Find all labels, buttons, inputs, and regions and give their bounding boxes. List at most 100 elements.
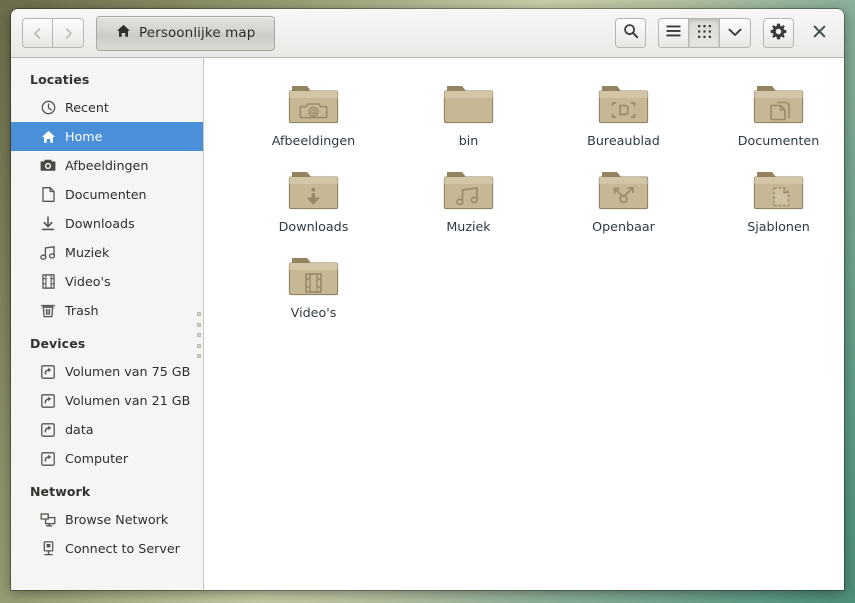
sidebar-item-label: Afbeeldingen <box>65 158 149 173</box>
sidebar-item-label: Home <box>65 129 103 144</box>
close-button[interactable] <box>805 18 833 48</box>
download-icon <box>40 216 56 232</box>
sidebar-item-data[interactable]: data <box>11 415 203 444</box>
search-button[interactable] <box>615 18 646 48</box>
file-item[interactable]: Documenten <box>701 76 844 148</box>
sidebar-item-label: Downloads <box>65 216 135 231</box>
sidebar-item-downloads[interactable]: Downloads <box>11 209 203 238</box>
film-icon <box>40 274 56 290</box>
file-grid: Afbeeldingen bin Bureaublad Documenten D… <box>204 76 844 320</box>
sidebar-item-afbeeldingen[interactable]: Afbeeldingen <box>11 151 203 180</box>
sidebar-item-label: Documenten <box>65 187 147 202</box>
folder-template-icon <box>753 166 805 212</box>
camera-icon <box>40 158 56 174</box>
sidebar: Locaties Recent Home Afbeeldingen Docume… <box>11 58 204 590</box>
music-icon <box>40 245 56 261</box>
file-item[interactable]: Sjablonen <box>701 162 844 234</box>
file-item[interactable]: Downloads <box>236 162 391 234</box>
file-name: Afbeeldingen <box>271 133 356 148</box>
home-icon <box>116 24 131 42</box>
folder-camera-icon <box>288 80 340 126</box>
drive-icon <box>40 393 56 409</box>
folder-documents-icon <box>753 80 805 126</box>
pathbar-button-home[interactable]: Persoonlijke map <box>96 15 276 51</box>
sidebar-item-home[interactable]: Home <box>11 122 203 151</box>
sidebar-heading-network: Network <box>30 484 91 499</box>
server-icon <box>40 541 56 557</box>
folder-icon <box>443 80 495 126</box>
view-mode-group <box>658 18 751 48</box>
pathbar-label: Persoonlijke map <box>139 25 256 41</box>
document-icon <box>40 187 56 203</box>
sidebar-item-recent[interactable]: Recent <box>11 93 203 122</box>
sidebar-item-documenten[interactable]: Documenten <box>11 180 203 209</box>
sidebar-item-volume-21gb[interactable]: Volumen van 21 GB <box>11 386 203 415</box>
sidebar-resize-grip[interactable] <box>197 312 202 358</box>
file-name: Video's <box>290 305 337 320</box>
file-item[interactable]: Video's <box>236 248 391 320</box>
folder-music-icon <box>443 166 495 212</box>
file-name: Sjablonen <box>747 219 810 234</box>
sidebar-item-label: data <box>65 422 94 437</box>
window-body: Locaties Recent Home Afbeeldingen Docume… <box>11 58 844 590</box>
clock-icon <box>40 100 56 116</box>
sidebar-item-label: Connect to Server <box>65 541 180 556</box>
sidebar-item-computer[interactable]: Computer <box>11 444 203 473</box>
grid-icon <box>697 24 711 42</box>
folder-download-icon <box>288 166 340 212</box>
list-view-button[interactable] <box>658 18 689 48</box>
file-name: Bureaublad <box>587 133 660 148</box>
file-item[interactable]: Muziek <box>391 162 546 234</box>
sidebar-item-muziek[interactable]: Muziek <box>11 238 203 267</box>
file-item[interactable]: Afbeeldingen <box>236 76 391 148</box>
file-name: Downloads <box>278 219 349 234</box>
file-manager-window: Persoonlijke map Locaties Recent Home Af… <box>11 9 844 590</box>
gear-icon <box>770 23 787 44</box>
sidebar-item-label: Computer <box>65 451 129 466</box>
sidebar-item-connect-to-server[interactable]: Connect to Server <box>11 534 203 563</box>
drive-icon <box>40 451 56 467</box>
drive-icon <box>40 364 56 380</box>
file-name: Openbaar <box>592 219 655 234</box>
header-left-group: Persoonlijke map <box>22 15 276 51</box>
folder-share-icon <box>598 166 650 212</box>
navigation-button-group <box>22 18 84 48</box>
sidebar-item-trash[interactable]: Trash <box>11 296 203 325</box>
sidebar-item-label: Volumen van 75 GB <box>65 364 191 379</box>
desktop-background: Persoonlijke map Locaties Recent Home Af… <box>0 0 855 603</box>
header-bar: Persoonlijke map <box>11 9 844 58</box>
sidebar-item-label: Volumen van 21 GB <box>65 393 191 408</box>
sidebar-heading-devices: Devices <box>30 336 86 351</box>
sidebar-item-label: Trash <box>65 303 99 318</box>
folder-desktop-icon <box>598 80 650 126</box>
file-item[interactable]: bin <box>391 76 546 148</box>
chevron-down-icon <box>728 26 742 41</box>
sidebar-item-volume-75gb[interactable]: Volumen van 75 GB <box>11 357 203 386</box>
forward-button[interactable] <box>53 18 84 48</box>
drive-icon <box>40 422 56 438</box>
network-icon <box>40 512 56 528</box>
file-name: bin <box>458 133 479 148</box>
file-item[interactable]: Openbaar <box>546 162 701 234</box>
file-name: Documenten <box>737 133 820 148</box>
file-item[interactable]: Bureaublad <box>546 76 701 148</box>
home-icon <box>40 129 56 145</box>
sidebar-item-label: Browse Network <box>65 512 169 527</box>
file-icon-view[interactable]: Afbeeldingen bin Bureaublad Documenten D… <box>204 58 844 590</box>
sidebar-heading-locaties: Locaties <box>30 72 90 87</box>
sidebar-item-label: Muziek <box>65 245 110 260</box>
header-right-group <box>615 18 833 48</box>
sidebar-item-browse-network[interactable]: Browse Network <box>11 505 203 534</box>
file-name: Muziek <box>446 219 491 234</box>
grid-view-button[interactable] <box>689 18 720 48</box>
back-button[interactable] <box>22 18 53 48</box>
close-icon <box>813 25 826 42</box>
sidebar-item-label: Recent <box>65 100 109 115</box>
search-icon <box>623 23 639 43</box>
sidebar-item-videos[interactable]: Video's <box>11 267 203 296</box>
sidebar-item-label: Video's <box>65 274 111 289</box>
list-icon <box>666 25 681 41</box>
trash-icon <box>40 303 56 319</box>
settings-button[interactable] <box>763 18 794 48</box>
view-dropdown-button[interactable] <box>720 18 751 48</box>
